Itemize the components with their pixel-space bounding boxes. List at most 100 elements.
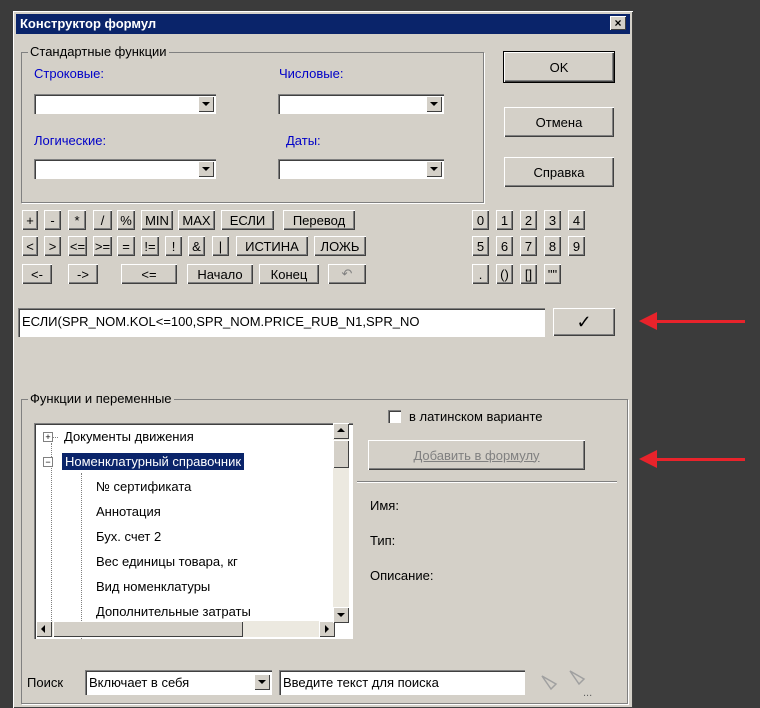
key-true[interactable]: ИСТИНА <box>236 236 308 256</box>
date-functions-label: Даты: <box>286 133 321 148</box>
numeric-functions-select[interactable] <box>278 94 444 114</box>
std-functions-title: Стандартные функции <box>28 44 169 59</box>
chevron-down-icon[interactable] <box>198 96 214 112</box>
scroll-up-icon[interactable] <box>333 423 349 439</box>
functions-title: Функции и переменные <box>28 391 174 406</box>
numeric-functions-label: Числовые: <box>279 66 344 81</box>
latin-variant-checkbox[interactable] <box>388 410 401 423</box>
key-0[interactable]: 0 <box>472 210 489 230</box>
key-dot[interactable]: . <box>472 264 489 284</box>
key-false[interactable]: ЛОЖЬ <box>314 236 366 256</box>
key-7[interactable]: 7 <box>520 236 537 256</box>
window-title: Конструктор формул <box>20 16 157 31</box>
functions-tree[interactable]: + Документы движения − Номенклатурный сп… <box>34 423 353 639</box>
key-not[interactable]: ! <box>165 236 182 256</box>
key-multiply[interactable]: * <box>68 210 86 230</box>
key-8[interactable]: 8 <box>544 236 561 256</box>
formula-builder-dialog: Конструктор формул × Стандартные функции… <box>13 11 633 708</box>
latin-variant-label: в латинском варианте <box>409 409 543 424</box>
key-quotes[interactable]: "" <box>544 264 561 284</box>
key-parens[interactable]: () <box>496 264 513 284</box>
key-5[interactable]: 5 <box>472 236 489 256</box>
scroll-thumb[interactable] <box>53 621 243 637</box>
check-icon: ✓ <box>576 311 592 332</box>
tree-expander-icon[interactable]: + <box>43 432 53 442</box>
string-functions-select[interactable] <box>34 94 216 114</box>
find-more-label: ... <box>583 687 593 699</box>
key-if[interactable]: ЕСЛИ <box>221 210 274 230</box>
key-backspace[interactable]: <= <box>121 264 177 284</box>
key-6[interactable]: 6 <box>496 236 513 256</box>
key-max[interactable]: MAX <box>178 210 215 230</box>
key-not-equal[interactable]: != <box>141 236 159 256</box>
type-label: Тип: <box>370 533 396 548</box>
key-greater[interactable]: > <box>44 236 61 256</box>
search-input[interactable]: Введите текст для поиска <box>279 670 525 695</box>
tree-item[interactable]: Бух. счет 2 <box>96 529 161 544</box>
cancel-button[interactable]: Отмена <box>504 107 614 137</box>
key-min[interactable]: MIN <box>141 210 173 230</box>
chevron-down-icon[interactable] <box>254 674 270 690</box>
key-less-equal[interactable]: <= <box>68 236 87 256</box>
key-or[interactable]: | <box>212 236 229 256</box>
key-divide[interactable]: / <box>93 210 112 230</box>
key-9[interactable]: 9 <box>568 236 585 256</box>
key-brackets[interactable]: [] <box>520 264 537 284</box>
tree-item[interactable]: Вес единицы товара, кг <box>96 554 238 569</box>
vertical-scrollbar[interactable] <box>333 423 349 623</box>
find-next-icon[interactable] <box>539 673 559 693</box>
scroll-right-icon[interactable] <box>319 621 335 637</box>
scroll-down-icon[interactable] <box>333 607 349 623</box>
key-and[interactable]: & <box>188 236 205 256</box>
key-greater-equal[interactable]: >= <box>93 236 112 256</box>
key-less[interactable]: < <box>22 236 38 256</box>
tree-item[interactable]: Дополнительные затраты <box>96 604 251 619</box>
search-mode-select[interactable]: Включает в себя <box>85 670 272 695</box>
key-end[interactable]: Конец <box>259 264 319 284</box>
key-2[interactable]: 2 <box>520 210 537 230</box>
tree-item[interactable]: Вид номенклатуры <box>96 579 210 594</box>
tree-item[interactable]: Аннотация <box>96 504 161 519</box>
chevron-down-icon[interactable] <box>198 161 214 177</box>
key-translate[interactable]: Перевод <box>283 210 355 230</box>
search-label: Поиск <box>27 675 64 690</box>
add-to-formula-button[interactable]: Добавить в формулу <box>368 440 585 470</box>
chevron-down-icon[interactable] <box>426 96 442 112</box>
logical-functions-select[interactable] <box>34 159 216 179</box>
close-button[interactable]: × <box>610 16 626 30</box>
undo-icon[interactable]: ↶ <box>328 264 366 284</box>
tree-item-nomenclature[interactable]: Номенклатурный справочник <box>62 453 245 470</box>
key-4[interactable]: 4 <box>568 210 585 230</box>
ok-button[interactable]: OK <box>503 51 615 83</box>
tree-guide-line <box>81 473 83 639</box>
tree-collapse-icon[interactable]: − <box>43 457 53 467</box>
key-plus[interactable]: + <box>22 210 38 230</box>
chevron-down-icon[interactable] <box>426 161 442 177</box>
key-3[interactable]: 3 <box>544 210 561 230</box>
formula-input[interactable]: ЕСЛИ(SPR_NOM.KOL<=100,SPR_NOM.PRICE_RUB_… <box>18 308 545 337</box>
find-all-icon[interactable] <box>567 668 587 688</box>
help-button[interactable]: Справка <box>504 157 614 187</box>
key-equal[interactable]: = <box>117 236 135 256</box>
horizontal-scrollbar[interactable] <box>36 621 335 637</box>
date-functions-select[interactable] <box>278 159 444 179</box>
key-home[interactable]: Начало <box>187 264 253 284</box>
scroll-thumb[interactable] <box>333 440 349 468</box>
key-cursor-right[interactable]: -> <box>68 264 98 284</box>
annotation-arrow <box>639 312 745 330</box>
tree-item-movement-docs[interactable]: Документы движения <box>64 429 194 444</box>
string-functions-label: Строковые: <box>34 66 104 81</box>
key-cursor-left[interactable]: <- <box>22 264 52 284</box>
separator <box>357 481 617 482</box>
key-minus[interactable]: - <box>44 210 61 230</box>
key-percent[interactable]: % <box>117 210 135 230</box>
scroll-left-icon[interactable] <box>36 621 52 637</box>
tree-item[interactable]: № сертификата <box>96 479 191 494</box>
apply-formula-button[interactable]: ✓ <box>553 308 615 336</box>
description-label: Описание: <box>370 568 434 583</box>
key-1[interactable]: 1 <box>496 210 513 230</box>
formula-text: ЕСЛИ(SPR_NOM.KOL<=100,SPR_NOM.PRICE_RUB_… <box>22 314 420 329</box>
tree-guide-line <box>51 443 53 633</box>
title-bar: Конструктор формул × <box>16 14 630 34</box>
annotation-arrow <box>639 450 745 468</box>
